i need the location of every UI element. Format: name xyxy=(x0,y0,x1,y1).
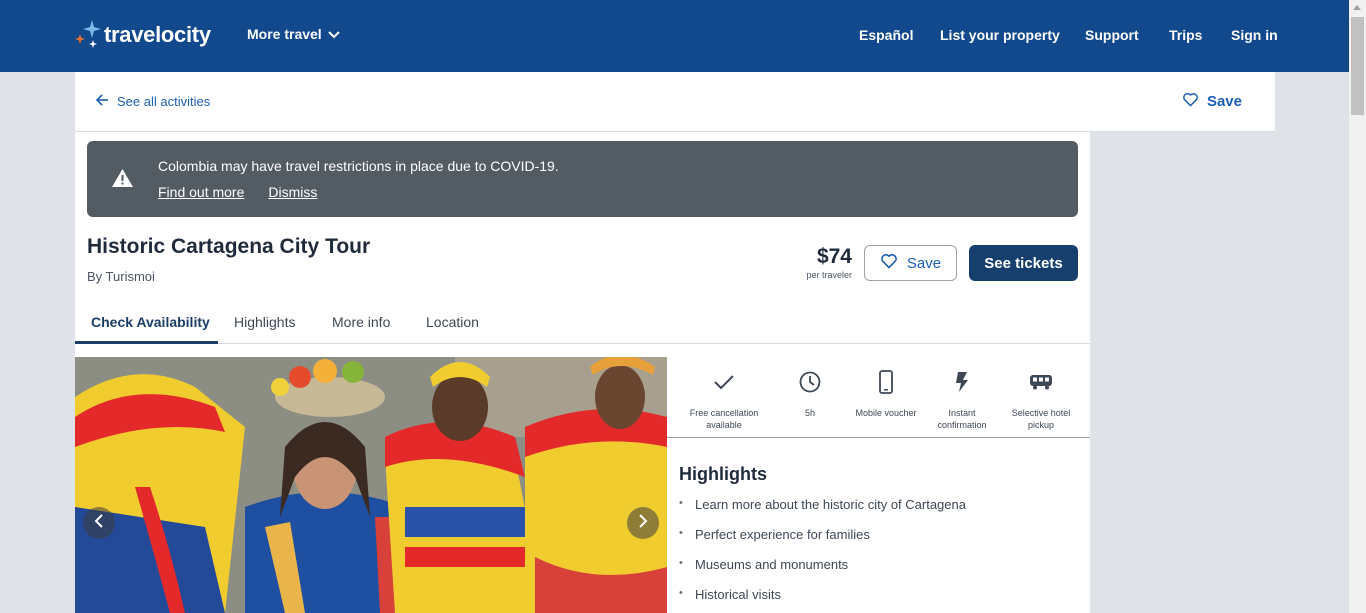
save-activity-label: Save xyxy=(906,254,942,272)
feature-label: 5h xyxy=(804,408,815,418)
see-all-activities-link[interactable]: See all activities xyxy=(95,93,210,110)
scroll-up-arrow-icon[interactable] xyxy=(1353,5,1361,10)
price-value: $74 xyxy=(816,245,852,268)
feature-instant-confirmation: Instant confirmation xyxy=(931,369,993,431)
more-travel-label: More travel xyxy=(247,26,322,42)
find-out-more-link[interactable]: Find out more xyxy=(158,184,244,200)
covid-alert-banner: Colombia may have travel restrictions in… xyxy=(87,141,1078,217)
active-tab-indicator xyxy=(75,341,218,344)
price-unit: per traveler xyxy=(806,270,852,280)
save-activity-button[interactable]: Save xyxy=(864,245,957,281)
header-save-button[interactable]: Save xyxy=(1182,92,1242,111)
features-divider xyxy=(667,437,1090,438)
activity-title: Historic Cartagena City Tour xyxy=(87,235,371,258)
gallery-previous-button[interactable] xyxy=(83,507,115,539)
price-block: $74 per traveler xyxy=(797,244,852,280)
nav-trips[interactable]: Trips xyxy=(1169,27,1202,43)
checkmark-icon xyxy=(681,369,767,395)
feature-duration: 5h xyxy=(785,369,835,419)
tab-more-info[interactable]: More info xyxy=(332,314,390,330)
scroll-thumb[interactable] xyxy=(1351,17,1364,115)
page-scrollbar[interactable] xyxy=(1349,0,1366,613)
heart-icon xyxy=(880,253,898,273)
feature-label: Free cancellation available xyxy=(689,408,759,430)
feature-label: Mobile voucher xyxy=(855,408,917,418)
more-travel-menu[interactable]: More travel xyxy=(247,26,340,42)
brand-name: travelocity xyxy=(104,22,211,47)
highlight-text: Historical visits xyxy=(695,587,781,602)
activity-info-panel: Free cancellation available 5h Mobile vo… xyxy=(667,357,1090,613)
heart-icon xyxy=(1182,92,1199,111)
bus-icon xyxy=(1004,369,1078,395)
activity-tabs: Check Availability Highlights More info … xyxy=(75,303,1090,344)
dismiss-link[interactable]: Dismiss xyxy=(268,184,317,200)
mobile-phone-icon xyxy=(850,369,922,395)
clock-icon xyxy=(785,369,835,395)
list-item: • Learn more about the historic city of C… xyxy=(679,497,966,512)
list-item: • Perfect experience for families xyxy=(679,527,870,542)
chevron-right-icon xyxy=(638,513,648,533)
nav-list-your-property[interactable]: List your property xyxy=(940,27,1060,43)
highlight-text: Museums and monuments xyxy=(695,557,849,572)
list-item: • Historical visits xyxy=(679,587,781,602)
logo-stars-icon xyxy=(74,19,104,51)
tab-location[interactable]: Location xyxy=(426,314,479,330)
sub-header: See all activities Save xyxy=(75,72,1275,132)
warning-icon xyxy=(111,168,134,193)
gallery-next-button[interactable] xyxy=(627,507,659,539)
highlight-text: Perfect experience for families xyxy=(695,527,870,542)
tab-check-availability[interactable]: Check Availability xyxy=(91,314,210,330)
activity-provider: By Turismoi xyxy=(87,269,155,284)
lightning-bolt-icon xyxy=(931,369,993,395)
tab-highlights[interactable]: Highlights xyxy=(234,314,295,330)
nav-espanol[interactable]: Español xyxy=(859,27,913,43)
chevron-left-icon xyxy=(94,513,104,533)
highlights-list: • Learn more about the historic city of C… xyxy=(679,497,966,613)
highlights-heading: Highlights xyxy=(679,464,767,484)
travelocity-logo[interactable]: travelocity xyxy=(74,18,211,52)
activity-photo xyxy=(75,357,667,613)
covid-alert-message: Colombia may have travel restrictions in… xyxy=(158,158,559,174)
top-header: travelocity More travel Español List you… xyxy=(0,0,1349,72)
see-all-activities-label: See all activities xyxy=(117,94,211,109)
chevron-down-icon xyxy=(327,26,340,42)
nav-support[interactable]: Support xyxy=(1085,27,1139,43)
header-save-label: Save xyxy=(1206,93,1242,110)
feature-label: Selective hotel pickup xyxy=(1011,408,1071,430)
list-item: • Museums and monuments xyxy=(679,557,849,572)
feature-label: Instant confirmation xyxy=(937,408,987,430)
feature-mobile-voucher: Mobile voucher xyxy=(850,369,922,419)
see-tickets-button[interactable]: See tickets xyxy=(969,245,1078,281)
feature-free-cancellation: Free cancellation available xyxy=(681,369,767,431)
highlight-text: Learn more about the historic city of Ca… xyxy=(695,497,966,512)
feature-hotel-pickup: Selective hotel pickup xyxy=(1004,369,1078,431)
activity-photo-gallery[interactable] xyxy=(75,357,667,613)
arrow-left-icon xyxy=(95,93,109,110)
nav-sign-in[interactable]: Sign in xyxy=(1231,27,1278,43)
